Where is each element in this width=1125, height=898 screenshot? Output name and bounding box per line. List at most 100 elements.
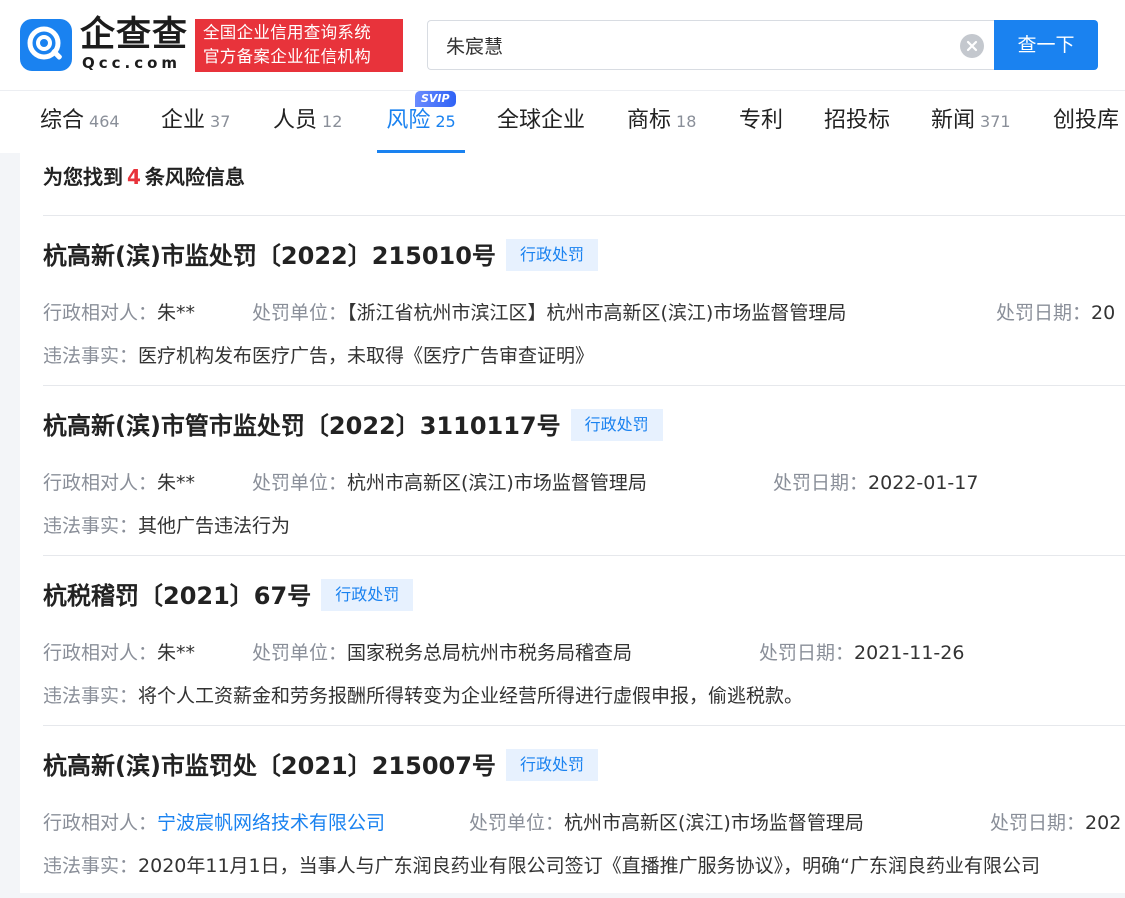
tab-label: 人员 [273,108,318,133]
party-label: 行政相对人： [43,812,158,834]
party-field: 行政相对人：朱** [43,638,195,668]
party-label: 行政相对人： [43,642,158,664]
svip-badge: SVIP [415,91,456,107]
risk-item-title: 杭高新(滨)市监罚处〔2021〕215007号 行政处罚 [43,748,598,784]
party-value: 朱** [157,472,196,494]
tab-label: 专利 [739,108,784,133]
date-field: 处罚日期：20 [996,298,1115,328]
tab-count: 25 [435,112,456,131]
violation-facts: 违法事实：其他广告违法行为 [43,511,290,541]
search-input[interactable] [446,21,946,69]
tab-count: 18 [676,112,697,131]
brand-badge: 全国企业信用查询系统 官方备案企业征信机构 [195,19,403,72]
tab-patent[interactable]: 专利 [739,91,783,153]
date-label: 处罚日期： [996,302,1092,324]
date-value: 2022-01-17 [868,472,979,494]
date-field: 处罚日期：2021-11-26 [759,638,964,668]
violation-facts: 违法事实：将个人工资薪金和劳务报酬所得转变为企业经营所得进行虚假申报，偷逃税款。 [43,681,803,711]
party-field: 行政相对人：宁波宸帆网络技术有限公司 [43,808,385,838]
tab-count: 37 [210,112,231,131]
tab-global-enterprise[interactable]: 全球企业 [497,91,585,153]
unit-field: 处罚单位：杭州市高新区(滨江)市场监督管理局 [252,468,647,498]
tab-count: 464 [89,112,120,131]
risk-item-title: 杭税稽罚〔2021〕67号 行政处罚 [43,578,414,614]
tab-label: 企业 [161,108,206,133]
date-label: 处罚日期： [759,642,855,664]
fact-label: 违法事实： [43,515,139,537]
tab-label: 创投库 [1053,108,1120,133]
tab-enterprise[interactable]: 企业 37 [161,91,230,153]
top-header: 企查查 Qcc.com 全国企业信用查询系统 官方备案企业征信机构 查一下 [0,0,1125,90]
search-box [427,20,994,70]
party-label: 行政相对人： [43,472,158,494]
unit-field: 处罚单位：杭州市高新区(滨江)市场监督管理局 [469,808,864,838]
unit-value: 国家税务总局杭州市税务局稽查局 [347,642,633,664]
risk-item: 杭高新(滨)市管市监处罚〔2022〕3110117号 行政处罚 行政相对人：朱**… [43,386,1125,556]
unit-label: 处罚单位： [252,302,348,324]
party-field: 行政相对人：朱** [43,298,195,328]
unit-value: 杭州市高新区(滨江)市场监督管理局 [564,812,864,834]
qcc-logo-icon[interactable] [20,19,72,71]
summary-prefix: 为您找到 [43,165,123,189]
search-button[interactable]: 查一下 [994,20,1098,70]
date-label: 处罚日期： [990,812,1086,834]
violation-facts: 违法事实：2020年11月1日，当事人与广东润良药业有限公司签订《直播推广服务协… [43,851,1040,881]
penalty-type-tag: 行政处罚 [570,409,663,441]
tab-news[interactable]: 新闻 371 [931,91,1011,153]
risk-item: 杭高新(滨)市监罚处〔2021〕215007号 行政处罚 行政相对人：宁波宸帆网络… [43,726,1125,893]
tab-label: 新闻 [931,108,976,133]
party-company-link[interactable]: 宁波宸帆网络技术有限公司 [157,812,385,834]
date-value: 202 [1085,812,1122,834]
risk-results-card: 为您找到 4 条风险信息 杭高新(滨)市监处罚〔2022〕215010号 行政处罚 行… [20,153,1125,893]
tab-label: 招投标 [824,108,891,133]
risk-item-title: 杭高新(滨)市管市监处罚〔2022〕3110117号 行政处罚 [43,408,663,444]
date-value: 2021-11-26 [854,642,965,664]
tab-personnel[interactable]: 人员 12 [273,91,342,153]
fact-value: 其他广告违法行为 [138,515,291,537]
party-value: 朱** [157,302,196,324]
tab-label: 商标 [627,108,672,133]
penalty-type-tag: 行政处罚 [505,239,598,271]
fact-value: 医疗机构发布医疗广告，未取得《医疗广告审查证明》 [138,345,595,367]
tab-label: 风险 [386,108,431,133]
violation-facts: 违法事实：医疗机构发布医疗广告，未取得《医疗广告审查证明》 [43,341,594,371]
tab-bidding[interactable]: 招投标 [824,91,890,153]
tab-count: 12 [322,112,343,131]
tab-count: 371 [980,112,1011,131]
penalty-document-number[interactable]: 杭高新(滨)市监罚处〔2021〕215007号 [43,752,496,780]
date-value: 20 [1091,302,1116,324]
clear-circle-icon[interactable] [960,34,984,58]
party-field: 行政相对人：朱** [43,468,195,498]
party-value: 朱** [157,642,196,664]
unit-value: 杭州市高新区(滨江)市场监督管理局 [347,472,647,494]
tab-trademark[interactable]: 商标 18 [627,91,696,153]
date-label: 处罚日期： [773,472,869,494]
unit-field: 处罚单位：【浙江省杭州市滨江区】杭州市高新区(滨江)市场监督管理局 [252,298,846,328]
unit-label: 处罚单位： [252,472,348,494]
fact-value: 将个人工资薪金和劳务报酬所得转变为企业经营所得进行虚假申报，偷逃税款。 [138,685,804,707]
fact-label: 违法事实： [43,855,139,877]
badge-line-1: 全国企业信用查询系统 [203,23,371,42]
tab-label: 全球企业 [497,108,586,133]
tab-comprehensive[interactable]: 综合 464 [40,91,120,153]
unit-label: 处罚单位： [469,812,565,834]
unit-field: 处罚单位：国家税务总局杭州市税务局稽查局 [252,638,632,668]
fact-label: 违法事实： [43,345,139,367]
penalty-document-number[interactable]: 杭高新(滨)市管市监处罚〔2022〕3110117号 [43,412,561,440]
summary-count: 4 [127,165,141,189]
summary-suffix: 条风险信息 [144,165,245,189]
tab-venture-library[interactable]: 创投库 [1053,91,1119,153]
date-field: 处罚日期：2022-01-17 [773,468,978,498]
penalty-document-number[interactable]: 杭税稽罚〔2021〕67号 [43,582,311,610]
category-tabs: 综合 464 企业 37 人员 12 风险 25 全球企业 商标 18 专利 招投标 新闻… [0,90,1125,153]
logo-name[interactable]: 企查查 [80,16,188,54]
date-field: 处罚日期：202 [990,808,1121,838]
logo-domain: Qcc.com [82,54,182,72]
fact-label: 违法事实： [43,685,139,707]
risk-item: 杭税稽罚〔2021〕67号 行政处罚 行政相对人：朱** 处罚单位：国家税务总局杭… [43,556,1125,726]
fact-value: 2020年11月1日，当事人与广东润良药业有限公司签订《直播推广服务协议》，明确… [138,855,1040,877]
tab-label: 综合 [40,108,85,133]
penalty-type-tag: 行政处罚 [505,749,598,781]
penalty-document-number[interactable]: 杭高新(滨)市监处罚〔2022〕215010号 [43,242,496,270]
unit-label: 处罚单位： [252,642,348,664]
